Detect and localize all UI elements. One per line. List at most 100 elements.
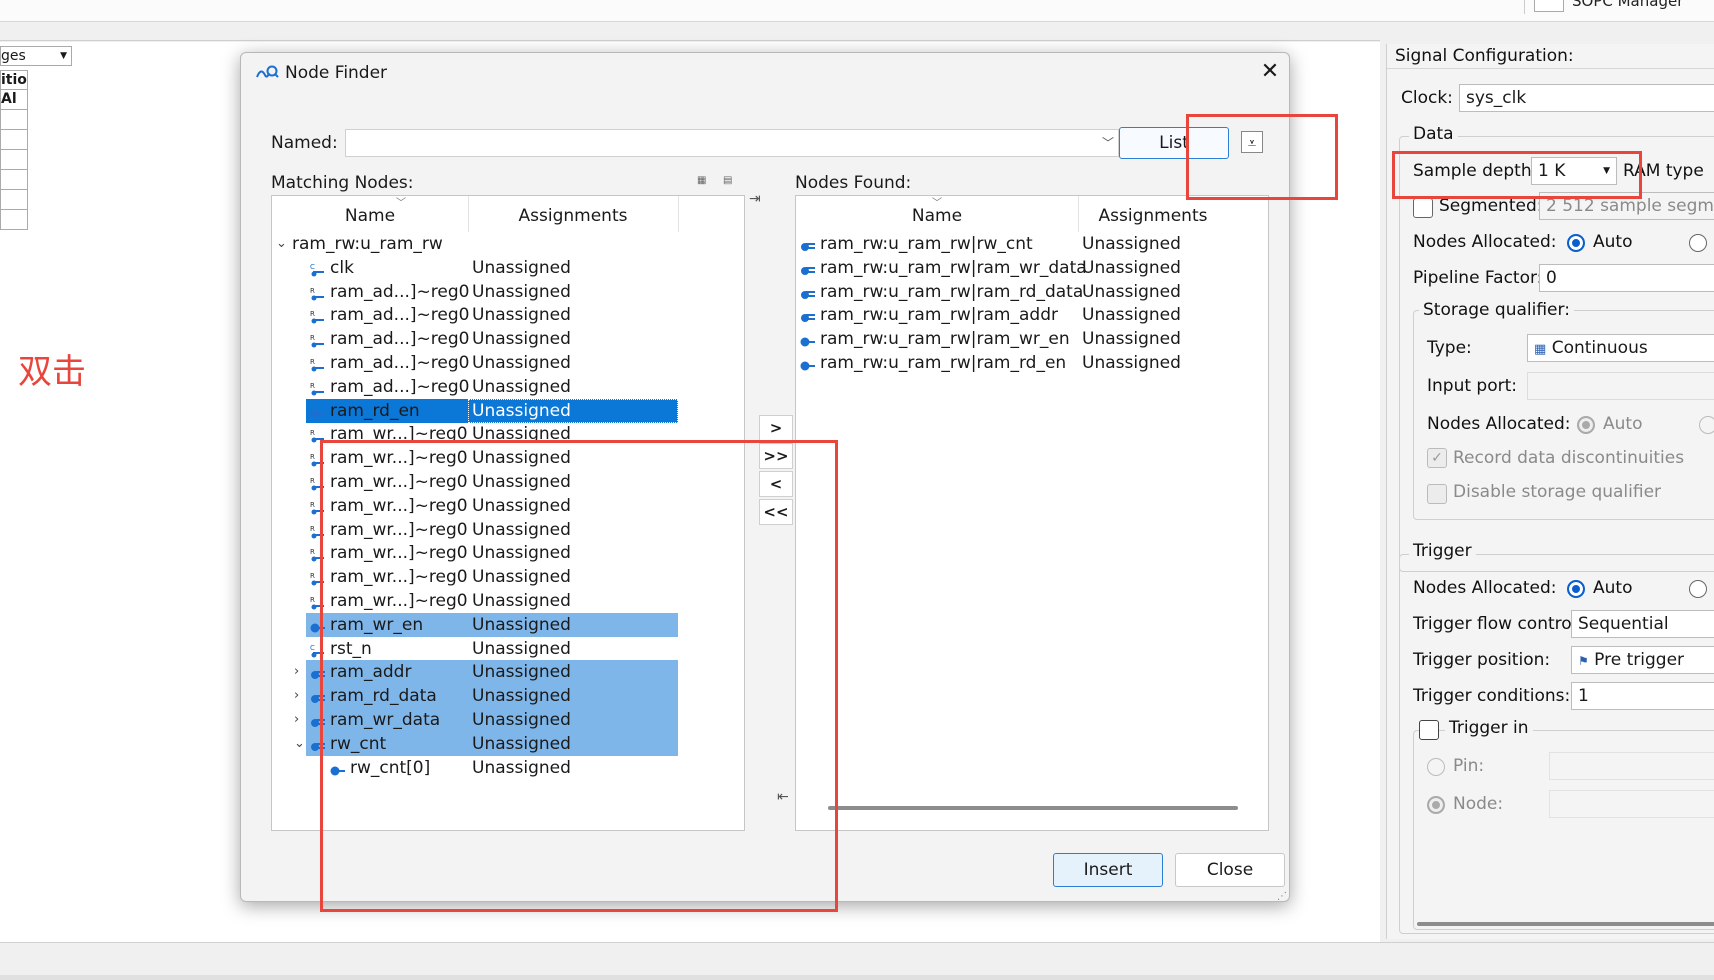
chevron-down-icon[interactable]: ⌄ [294, 732, 305, 756]
sq-auto-radio[interactable] [1577, 416, 1595, 434]
node-assignment: Unassigned [472, 376, 571, 397]
left-table-cell[interactable] [0, 110, 28, 130]
trigger-in-checkbox[interactable] [1419, 720, 1439, 740]
annotation-sample-depth-box [1392, 151, 1642, 199]
svg-text:R: R [310, 501, 315, 509]
column-divider [678, 196, 679, 232]
svg-text:R: R [310, 310, 315, 318]
sq-manual-radio[interactable] [1699, 416, 1714, 434]
nodes-found-label: Nodes Found: [795, 173, 912, 193]
node-name: ram_ad...]~reg0 [330, 376, 470, 397]
svg-text:R: R [310, 453, 315, 461]
named-input[interactable] [345, 129, 1119, 157]
chevron-down-icon[interactable]: ﹀ [1097, 129, 1119, 157]
nodes-allocated-manual-radio[interactable] [1689, 234, 1707, 252]
found-node-row[interactable]: ram_rw:u_ram_rw|ram_rd_en Unassigned [796, 351, 1268, 375]
chevron-right-icon[interactable]: › [294, 684, 299, 708]
collapse-all-icon[interactable]: ▤ [723, 175, 737, 187]
left-table-cell[interactable] [0, 130, 28, 150]
combinational-icon [800, 356, 816, 372]
matching-node-row[interactable]: Rram_ad...]~reg0 Unassigned [272, 375, 744, 399]
type-value: Continuous [1551, 338, 1648, 358]
nodes-allocated-auto-radio[interactable] [1567, 234, 1585, 252]
clock-field[interactable]: sys_clk [1459, 84, 1714, 112]
expand-all-icon[interactable]: ▦ [697, 175, 711, 187]
left-table-cell[interactable] [0, 210, 28, 230]
input-port-label: Input port: [1427, 376, 1517, 396]
insert-button[interactable]: Insert [1053, 853, 1163, 887]
left-table-cell[interactable]: itio [0, 70, 28, 90]
signal-config-title: Signal Configuration: [1395, 46, 1574, 66]
left-table-cell[interactable]: Al [0, 90, 28, 110]
matching-col-name[interactable]: Name [272, 196, 468, 232]
svg-text:R: R [310, 596, 315, 604]
trig-auto-radio[interactable] [1567, 580, 1585, 598]
found-node-assignment: Unassigned [1082, 281, 1181, 302]
status-bar-edge [0, 975, 1714, 980]
trigger-flow-select[interactable]: Sequential [1571, 610, 1714, 638]
close-icon[interactable]: ✕ [1257, 59, 1283, 85]
close-button[interactable]: Close [1175, 853, 1285, 887]
matching-node-row[interactable]: ram_rd_en Unassigned [272, 398, 744, 423]
pipeline-field[interactable]: 0 [1539, 264, 1714, 292]
annotation-nodes-box [320, 440, 838, 912]
left-combo[interactable]: ges ▼ [0, 46, 72, 66]
dialog-title-bar[interactable] [241, 53, 1289, 93]
found-node-assignment: Unassigned [1082, 353, 1181, 373]
matching-node-row[interactable]: ⌄ ram_rw:u_ram_rw [272, 232, 744, 256]
found-node-row[interactable]: ram_rw:u_ram_rw|ram_wr_data Unassigned [796, 256, 1268, 280]
left-table-cell[interactable] [0, 150, 28, 170]
top-right-checkbox[interactable] [1534, 0, 1564, 12]
node-name: ram_ad...]~reg0 [330, 353, 470, 373]
input-port-field[interactable] [1527, 372, 1714, 400]
found-hscrollbar[interactable] [828, 806, 1238, 810]
matching-node-row[interactable]: Rram_ad...]~reg0 Unassigned [272, 280, 744, 304]
combinational-icon [310, 404, 326, 420]
chevron-right-icon[interactable]: › [294, 708, 299, 732]
nodes-found-list[interactable]: ﹀ Name Assignments ram_rw:u_ram_rw|rw_cn… [795, 195, 1269, 831]
separator [0, 40, 1380, 41]
trig-manual-radio[interactable] [1689, 580, 1707, 598]
svg-text:C: C [310, 644, 315, 652]
trigger-conditions-field[interactable]: 1 [1571, 682, 1714, 710]
left-table-cell[interactable] [0, 170, 28, 190]
pin-radio[interactable] [1427, 758, 1445, 776]
panel-hscrollbar[interactable] [1417, 922, 1714, 926]
top-right-label: SOPC Manager [1572, 0, 1684, 10]
found-node-row[interactable]: ram_rw:u_ram_rw|ram_rd_data Unassigned [796, 280, 1268, 304]
matching-node-row[interactable]: Rram_ad...]~reg0 Unassigned [272, 351, 744, 375]
trigger-position-select[interactable]: ⚑ Pre trigger [1571, 646, 1714, 674]
found-node-row[interactable]: ram_rw:u_ram_rw|ram_wr_en Unassigned [796, 327, 1268, 351]
found-col-name[interactable]: Name [796, 196, 1078, 232]
resize-grip-icon[interactable]: ⋰ [1277, 891, 1287, 902]
found-node-row[interactable]: ram_rw:u_ram_rw|rw_cnt Unassigned [796, 232, 1268, 256]
record-discontinuities-checkbox[interactable]: ✓ [1427, 448, 1447, 468]
node-radio[interactable] [1427, 796, 1445, 814]
node-label: Node: [1453, 794, 1504, 814]
left-table-cell[interactable] [0, 190, 28, 210]
pre-trigger-icon: ⚑ [1578, 654, 1589, 668]
disable-storage-qualifier-checkbox[interactable] [1427, 484, 1447, 504]
found-node-name: ram_rw:u_ram_rw|ram_rd_data [820, 281, 1084, 302]
type-select[interactable]: ▦ Continuous [1527, 334, 1714, 362]
node-field[interactable] [1549, 790, 1714, 818]
node-assignment: Unassigned [468, 398, 678, 423]
matching-node-row[interactable]: Rram_ad...]~reg0 Unassigned [272, 303, 744, 327]
combinational-icon [800, 332, 816, 348]
matching-node-row[interactable]: Cclk Unassigned [272, 256, 744, 280]
segmented-checkbox[interactable] [1413, 198, 1433, 218]
svg-text:R: R [310, 358, 315, 366]
matching-col-assignments[interactable]: Assignments [468, 196, 678, 232]
node-name: ram_rw:u_ram_rw [292, 234, 443, 254]
matching-node-row[interactable]: Rram_ad...]~reg0 Unassigned [272, 327, 744, 351]
found-node-row[interactable]: ram_rw:u_ram_rw|ram_addr Unassigned [796, 303, 1268, 327]
move-right-button[interactable]: > [759, 415, 793, 441]
left-table: itio Al [0, 70, 28, 230]
pin-right-icon[interactable]: ⇥ [749, 191, 761, 207]
bus-icon [800, 261, 816, 277]
found-col-assignments[interactable]: Assignments [1078, 196, 1228, 232]
node-name: ram_ad...]~reg0 [330, 329, 470, 350]
trigger-conditions-label: Trigger conditions: [1413, 686, 1571, 706]
chevron-right-icon[interactable]: › [294, 660, 299, 684]
pin-field[interactable] [1549, 752, 1714, 780]
